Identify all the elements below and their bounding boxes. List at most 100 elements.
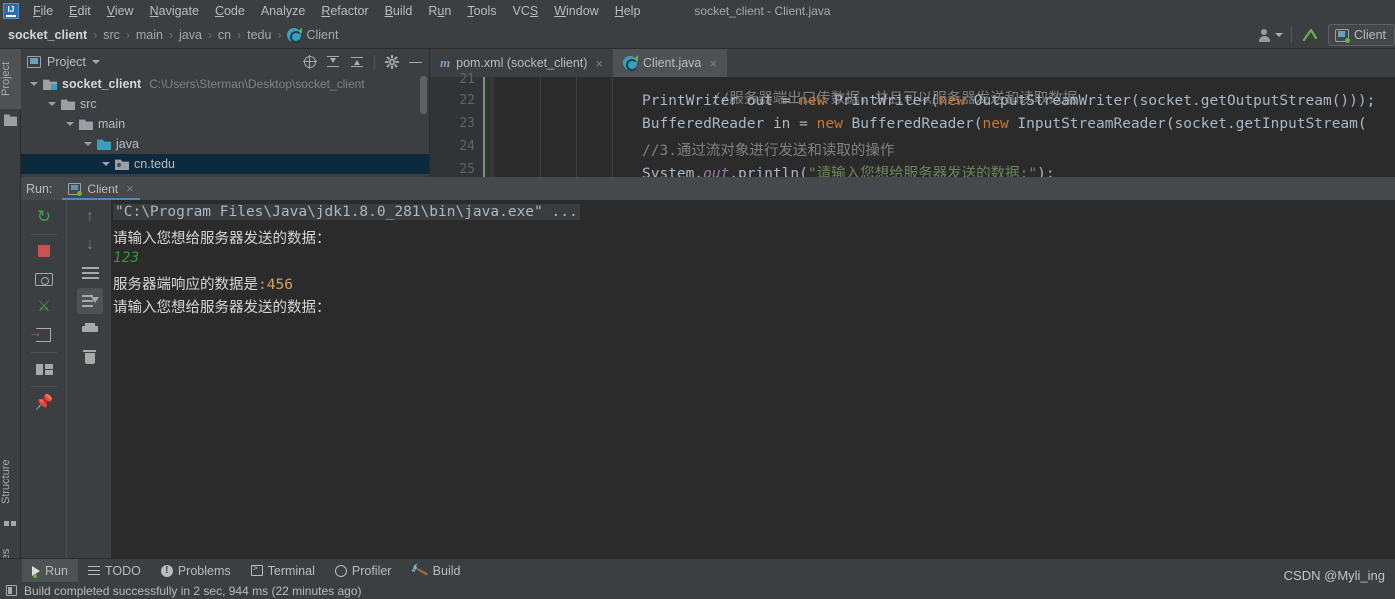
menu-run[interactable]: Run: [420, 0, 459, 22]
project-tree-scrollbar[interactable]: [420, 76, 427, 114]
tab-todo-label: TODO: [104, 563, 141, 578]
code-viewport[interactable]: 21 22 23 24 25 //服务器端出口传数据，并且可以服务器发送和读取数…: [430, 72, 1395, 177]
menu-window[interactable]: Window: [546, 0, 606, 22]
console-line-prompt-2: 请输入您想给服务器发送的数据：: [113, 300, 331, 316]
expand-all-icon[interactable]: [326, 55, 340, 69]
account-button[interactable]: [1258, 25, 1284, 45]
chevron-down-icon[interactable]: [47, 99, 57, 109]
thread-dump-button[interactable]: ⚔: [31, 294, 57, 320]
line-number: 25: [459, 162, 475, 177]
menu-file[interactable]: File: [25, 0, 61, 22]
collapse-all-icon[interactable]: [350, 55, 364, 69]
tree-row-java[interactable]: java: [21, 134, 429, 154]
java-class-icon: [287, 28, 303, 43]
sidebar-item-project[interactable]: Project: [0, 49, 21, 109]
code-line-23: BufferedReader in = new BufferedReader(n…: [642, 116, 1367, 132]
chevron-down-icon[interactable]: [83, 139, 93, 149]
breadcrumb-item-client[interactable]: Client: [287, 28, 338, 43]
tab-pom-xml[interactable]: m pom.xml (socket_client) ×: [430, 49, 613, 77]
menu-vcs[interactable]: VCS: [505, 0, 547, 22]
tree-row-socket-client[interactable]: socket_client C:\Users\Sterman\Desktop\s…: [21, 74, 429, 94]
breadcrumb-item-main[interactable]: main: [136, 28, 163, 42]
structure-icon[interactable]: [4, 519, 17, 532]
close-icon[interactable]: ×: [595, 56, 603, 71]
breadcrumb-separator: ›: [277, 28, 282, 42]
menu-view[interactable]: View: [99, 0, 142, 22]
sidebar-item-structure[interactable]: Structure: [0, 449, 21, 515]
info-icon: [160, 564, 173, 577]
camera-button[interactable]: [31, 266, 57, 292]
exit-icon: [29, 325, 51, 342]
tree-row-main[interactable]: main: [21, 114, 429, 134]
chevron-down-icon[interactable]: [101, 159, 111, 169]
code-line-24: //3.通过流对象进行发送和读取的操作: [642, 139, 894, 160]
toolbar-divider: [1291, 27, 1293, 43]
tree-row-cn-tedu[interactable]: cn.tedu: [21, 154, 429, 174]
close-icon[interactable]: ×: [126, 181, 134, 196]
tab-profiler[interactable]: Profiler: [325, 559, 402, 583]
menu-refactor[interactable]: Refactor: [313, 0, 376, 22]
tab-terminal[interactable]: Terminal: [241, 559, 325, 583]
locate-icon[interactable]: [303, 54, 317, 69]
clear-all-button[interactable]: [77, 344, 103, 370]
gear-icon[interactable]: [384, 54, 400, 69]
minimize-icon[interactable]: [409, 55, 423, 69]
menu-build[interactable]: Build: [377, 0, 421, 22]
tab-build[interactable]: 🔨 Build: [401, 559, 470, 583]
run-configuration-selector[interactable]: Client: [1328, 24, 1395, 46]
camera-icon: [35, 273, 53, 286]
tree-label: java: [116, 137, 139, 151]
run-label: Run:: [26, 181, 53, 196]
menu-analyze[interactable]: Analyze: [253, 0, 313, 22]
code-token-comment: //3.通过流对象进行发送和读取的操作: [642, 143, 895, 159]
scroll-to-end-button[interactable]: [77, 288, 103, 314]
menu-help[interactable]: Help: [607, 0, 649, 22]
tab-problems[interactable]: Problems: [151, 559, 241, 583]
stop-button[interactable]: [31, 238, 57, 264]
layout-button[interactable]: [31, 356, 57, 382]
arrow-up-icon: ↑: [86, 208, 94, 225]
close-icon[interactable]: ×: [709, 56, 717, 71]
pin-icon: 📌: [34, 394, 54, 411]
chevron-down-icon[interactable]: [65, 119, 75, 129]
pin-button[interactable]: 📌: [31, 390, 57, 416]
menu-tools[interactable]: Tools: [459, 0, 504, 22]
indent-guide: [491, 77, 492, 177]
indent-guide: [576, 77, 577, 177]
breadcrumb-item-java[interactable]: java: [179, 28, 202, 42]
rerun-button[interactable]: ↻: [31, 204, 57, 230]
code-token: PrintWriter out =: [642, 93, 800, 109]
tab-todo[interactable]: TODO: [78, 559, 151, 583]
tree-row-src[interactable]: src: [21, 94, 429, 114]
run-configuration-label: Client: [1354, 28, 1386, 42]
vcs-update-button[interactable]: [1300, 25, 1320, 45]
code-token-keyword: new: [982, 116, 1009, 132]
code-line-22: PrintWriter out = new PrintWriter(new Ou…: [642, 93, 1375, 109]
exit-button[interactable]: [29, 322, 57, 348]
module-icon: [43, 79, 57, 90]
breadcrumb-separator: ›: [93, 28, 98, 42]
breadcrumb-item-cn[interactable]: cn: [218, 28, 231, 42]
down-stack-button[interactable]: ↓: [77, 232, 103, 258]
run-triangle-icon: [32, 565, 40, 578]
arrow-down-icon: ↓: [86, 236, 94, 253]
run-toolbar-right: ↑ ↓: [66, 200, 111, 558]
print-button[interactable]: [77, 316, 103, 342]
console-output[interactable]: "C:\Program Files\Java\jdk1.8.0_281\bin\…: [111, 200, 1395, 558]
folder-icon[interactable]: [4, 114, 17, 126]
breadcrumb-item-src[interactable]: src: [103, 28, 120, 42]
scroll-to-end-icon: [82, 295, 99, 307]
chevron-down-icon[interactable]: [91, 59, 100, 64]
run-tab-client[interactable]: Client ×: [62, 177, 140, 200]
chevron-down-icon[interactable]: [29, 79, 39, 89]
menu-edit[interactable]: Edit: [61, 0, 99, 22]
folder-blue-icon: [97, 139, 111, 150]
breadcrumb-item-tedu[interactable]: tedu: [247, 28, 271, 42]
breadcrumb-item-project[interactable]: socket_client: [8, 28, 87, 42]
soft-wrap-button[interactable]: [77, 260, 103, 286]
up-stack-button[interactable]: ↑: [77, 204, 103, 230]
message-icon[interactable]: [6, 585, 17, 596]
menu-code[interactable]: Code: [207, 0, 253, 22]
menu-navigate[interactable]: Navigate: [142, 0, 207, 22]
tab-run[interactable]: Run: [22, 558, 78, 583]
